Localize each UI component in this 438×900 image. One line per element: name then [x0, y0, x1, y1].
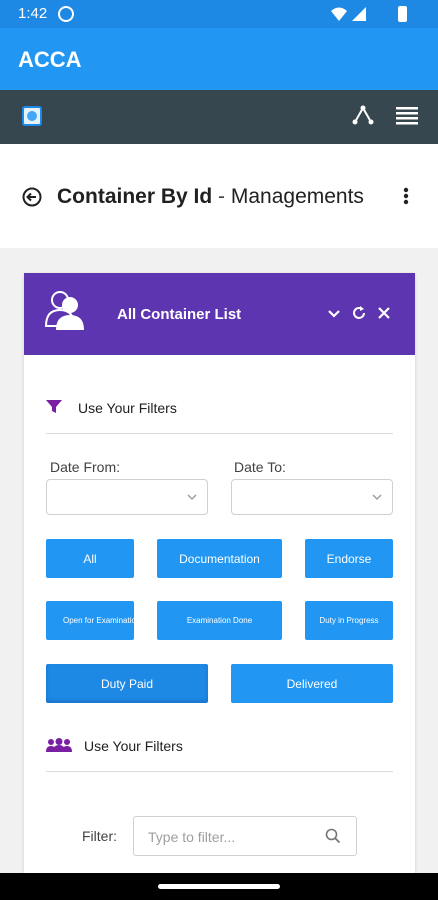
date-from-label: Date From:	[50, 459, 121, 475]
filter-duty-paid-button[interactable]: Duty Paid	[46, 664, 208, 703]
filters-section-label: Use Your Filters	[78, 400, 177, 416]
page-title: Container By Id - Managements	[57, 185, 364, 209]
filter-box	[133, 816, 357, 856]
date-to-label: Date To:	[234, 459, 286, 475]
filter-examination-done-button[interactable]: Examination Done	[157, 601, 282, 640]
filter-label: Filter:	[82, 828, 117, 844]
filter-documentation-button[interactable]: Documentation	[157, 539, 282, 578]
chevron-down-icon	[372, 494, 382, 501]
wifi-icon	[331, 7, 366, 21]
card-title: All Container List	[117, 306, 242, 323]
back-arrow-icon[interactable]	[22, 187, 42, 207]
users-filters-section-header: Use Your Filters	[46, 736, 393, 772]
chevron-down-icon[interactable]	[327, 307, 341, 321]
filter-all-button[interactable]: All	[46, 539, 134, 578]
date-to-select[interactable]	[231, 479, 393, 515]
search-icon[interactable]	[325, 828, 341, 844]
menu-lines-icon[interactable]	[396, 106, 418, 126]
container-list-card: All Container List Use Your Filters Date…	[24, 273, 415, 873]
users-icon	[44, 291, 84, 330]
filter-delivered-button[interactable]: Delivered	[231, 664, 393, 703]
filters-section-header: Use Your Filters	[46, 398, 393, 434]
home-gesture-pill[interactable]	[158, 884, 280, 889]
chevron-down-icon	[187, 494, 197, 501]
signal-icon	[352, 7, 366, 21]
users-group-icon	[46, 738, 72, 752]
filter-open-for-examination-button[interactable]: Open for Examination	[46, 601, 134, 640]
close-icon[interactable]	[377, 306, 391, 320]
circle-app-icon	[58, 6, 74, 22]
share-network-icon[interactable]	[352, 104, 374, 126]
page-title-separator: -	[212, 185, 231, 208]
card-header: All Container List	[24, 273, 415, 355]
battery-icon	[398, 6, 407, 22]
app-title: ACCA	[18, 47, 82, 72]
status-bar: 1:42	[0, 0, 438, 28]
filter-input[interactable]	[148, 826, 318, 848]
users-filters-section-label: Use Your Filters	[84, 738, 183, 754]
filter-endorse-button[interactable]: Endorse	[305, 539, 393, 578]
page-title-subtitle: Managements	[230, 185, 364, 208]
system-nav-bar	[0, 873, 438, 900]
funnel-icon	[46, 400, 62, 413]
toolbar	[0, 90, 438, 144]
page-title-main: Container By Id	[57, 185, 213, 208]
status-time: 1:42	[18, 5, 48, 22]
page-header: Container By Id - Managements	[0, 144, 438, 248]
filter-duty-in-progress-button[interactable]: Duty in Progress	[305, 601, 393, 640]
refresh-icon[interactable]	[351, 305, 367, 321]
app-bar: ACCA	[0, 28, 438, 90]
app-logo-icon[interactable]	[22, 106, 42, 126]
more-vert-icon[interactable]	[400, 186, 412, 206]
date-from-select[interactable]	[46, 479, 208, 515]
